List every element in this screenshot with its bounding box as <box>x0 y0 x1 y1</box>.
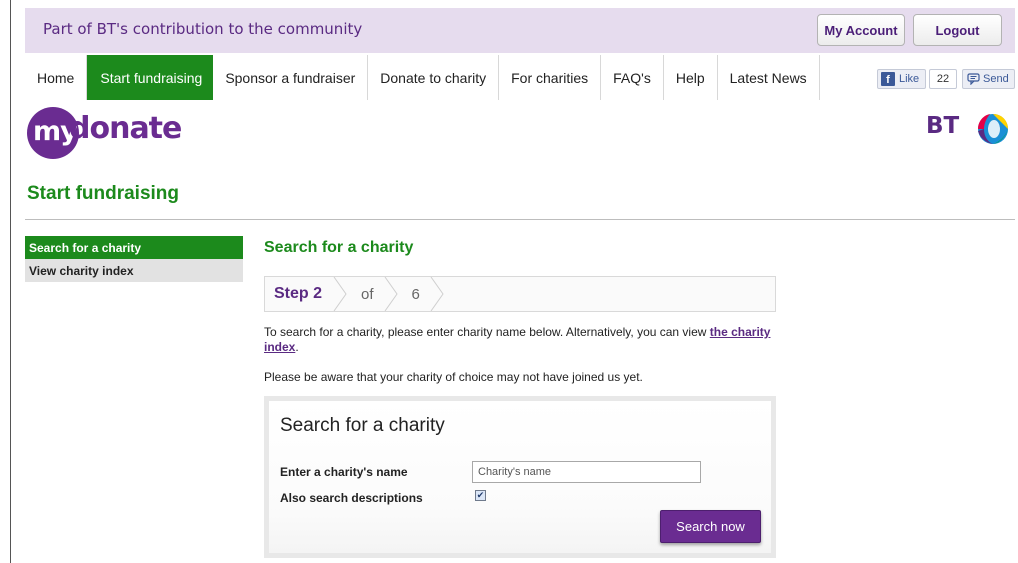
notice-text: Please be aware that your charity of cho… <box>264 370 643 384</box>
chevron-right-icon <box>333 277 347 311</box>
chevron-right-icon <box>384 277 398 311</box>
like-label: Like <box>899 73 920 85</box>
bt-logo-text: BT <box>926 113 960 139</box>
nav-sponsor-fundraiser[interactable]: Sponsor a fundraiser <box>213 55 369 100</box>
section-title: Search for a charity <box>264 239 414 256</box>
facebook-icon: f <box>881 72 895 86</box>
nav-donate-to-charity[interactable]: Donate to charity <box>368 55 500 100</box>
search-descriptions-checkbox[interactable]: ✔ <box>475 490 486 501</box>
speech-bubble-icon <box>967 73 980 85</box>
nav-start-fundraising[interactable]: Start fundraising <box>87 55 214 100</box>
nav-help[interactable]: Help <box>664 55 718 100</box>
nav-faqs[interactable]: FAQ's <box>601 55 664 100</box>
chevron-right-icon <box>430 277 444 311</box>
charity-name-label: Enter a charity's name <box>280 465 408 479</box>
search-panel-title: Search for a charity <box>280 415 445 436</box>
facebook-send-button[interactable]: Send <box>962 69 1015 89</box>
bt-logo[interactable]: BT <box>926 107 1016 147</box>
search-descriptions-label: Also search descriptions <box>280 491 423 505</box>
my-account-button[interactable]: My Account <box>817 14 905 46</box>
intro-text: To search for a charity, please enter ch… <box>264 325 774 355</box>
like-count: 22 <box>929 69 957 89</box>
bt-globe-icon <box>978 114 1008 144</box>
facebook-like-button[interactable]: f Like <box>877 69 926 89</box>
checkmark-icon: ✔ <box>476 490 485 500</box>
nav-latest-news[interactable]: Latest News <box>718 55 820 100</box>
search-form: Search for a charity Enter a charity's n… <box>269 401 771 553</box>
nav-home[interactable]: Home <box>25 55 88 100</box>
step-current: Step 2 <box>274 285 323 302</box>
step-indicator: Step 2 of 6 <box>264 276 776 312</box>
mydonate-logo[interactable]: my donate <box>27 107 207 163</box>
intro-text-end: . <box>295 340 299 354</box>
sidebar-item-charity-index[interactable]: View charity index <box>25 259 243 282</box>
logo-donate-text: donate <box>69 111 182 146</box>
page-left-border <box>10 0 11 563</box>
nav-for-charities[interactable]: For charities <box>499 55 602 100</box>
intro-text-body: To search for a charity, please enter ch… <box>264 325 710 339</box>
send-label: Send <box>983 73 1009 85</box>
page-title: Start fundraising <box>27 183 180 204</box>
top-bar: Part of BT's contribution to the communi… <box>25 8 1015 53</box>
sidebar-item-search-charity[interactable]: Search for a charity <box>25 236 243 259</box>
header-divider <box>25 219 1015 220</box>
logout-button[interactable]: Logout <box>913 14 1002 46</box>
community-tagline: Part of BT's contribution to the communi… <box>43 20 363 38</box>
charity-name-input[interactable] <box>472 461 701 483</box>
search-panel: Search for a charity Enter a charity's n… <box>264 396 776 558</box>
step-of: of <box>361 285 374 303</box>
step-total: 6 <box>411 285 420 303</box>
search-now-button[interactable]: Search now <box>660 510 761 543</box>
main-nav: Home Start fundraising Sponsor a fundrai… <box>25 55 820 100</box>
